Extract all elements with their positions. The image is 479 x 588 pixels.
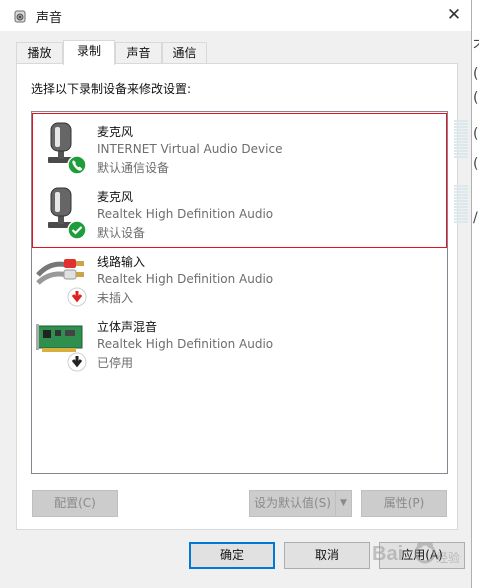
device-status: 默认设备 bbox=[97, 226, 146, 240]
background-text: 不 bbox=[473, 36, 479, 56]
background-text: ( bbox=[473, 156, 479, 172]
device-description: Realtek High Definition Audio bbox=[97, 272, 274, 286]
phone-icon bbox=[67, 155, 87, 175]
speaker-icon bbox=[14, 10, 26, 23]
list-item-device-line-in[interactable]: 线路输入 Realtek High Definition Audio 未插入 bbox=[32, 247, 432, 309]
background-text: ( bbox=[473, 126, 479, 142]
sound-dialog: 声音 ✕ 播放 录制 声音 通信 选择以下录制设备来修改设置: 麦克风 INTE… bbox=[0, 0, 472, 588]
device-status: 未插入 bbox=[97, 291, 134, 305]
chevron-down-icon: ▼ bbox=[340, 498, 347, 508]
close-icon: ✕ bbox=[446, 5, 462, 25]
list-item-device-stereo-mix[interactable]: 立体声混音 Realtek High Definition Audio 已停用 bbox=[32, 312, 432, 374]
device-name: 麦克风 bbox=[97, 125, 134, 139]
background-text: ( bbox=[473, 90, 479, 106]
device-name: 立体声混音 bbox=[97, 320, 158, 334]
tab-communications[interactable]: 通信 bbox=[162, 42, 207, 63]
watermark-logo: Bai 经验 bbox=[372, 542, 460, 565]
microphone-icon bbox=[48, 122, 87, 175]
instruction-text: 选择以下录制设备来修改设置: bbox=[31, 82, 192, 96]
tab-playback[interactable]: 播放 bbox=[16, 42, 63, 63]
configure-button[interactable]: 配置(C) bbox=[32, 490, 118, 517]
tab-sounds[interactable]: 声音 bbox=[115, 42, 162, 63]
background-text: ( bbox=[473, 66, 479, 82]
ok-button[interactable]: 确定 bbox=[189, 542, 275, 569]
svg-text:经验: 经验 bbox=[436, 550, 460, 565]
window-title: 声音 bbox=[36, 11, 63, 26]
set-default-button[interactable]: 设为默认值(S) bbox=[249, 490, 336, 517]
list-item-device-internet-mic[interactable]: 麦克风 INTERNET Virtual Audio Device 默认通信设备 bbox=[32, 117, 468, 179]
svg-text:Bai: Bai bbox=[372, 543, 403, 565]
device-description: INTERNET Virtual Audio Device bbox=[97, 142, 283, 156]
device-description: Realtek High Definition Audio bbox=[97, 337, 274, 351]
device-status: 默认通信设备 bbox=[97, 161, 170, 175]
title-bar[interactable]: 声音 ✕ bbox=[0, 0, 471, 31]
level-meter bbox=[454, 120, 468, 159]
tab-recording[interactable]: 录制 bbox=[63, 40, 115, 65]
device-name: 麦克风 bbox=[97, 190, 134, 204]
properties-button[interactable]: 属性(P) bbox=[361, 490, 447, 517]
line-in-cable-icon bbox=[36, 259, 87, 307]
sound-card-icon bbox=[36, 324, 87, 372]
cancel-button[interactable]: 取消 bbox=[284, 542, 370, 569]
close-button[interactable]: ✕ bbox=[436, 0, 472, 31]
device-name: 线路输入 bbox=[97, 255, 146, 269]
microphone-icon bbox=[48, 187, 87, 240]
background-text: / bbox=[473, 210, 478, 226]
background-window-strip bbox=[472, 0, 479, 588]
level-meter bbox=[454, 185, 468, 224]
set-default-dropdown[interactable]: ▼ bbox=[335, 490, 352, 517]
device-description: Realtek High Definition Audio bbox=[97, 207, 274, 221]
list-item-device-realtek-mic[interactable]: 麦克风 Realtek High Definition Audio 默认设备 bbox=[32, 182, 468, 244]
device-status: 已停用 bbox=[97, 356, 134, 370]
